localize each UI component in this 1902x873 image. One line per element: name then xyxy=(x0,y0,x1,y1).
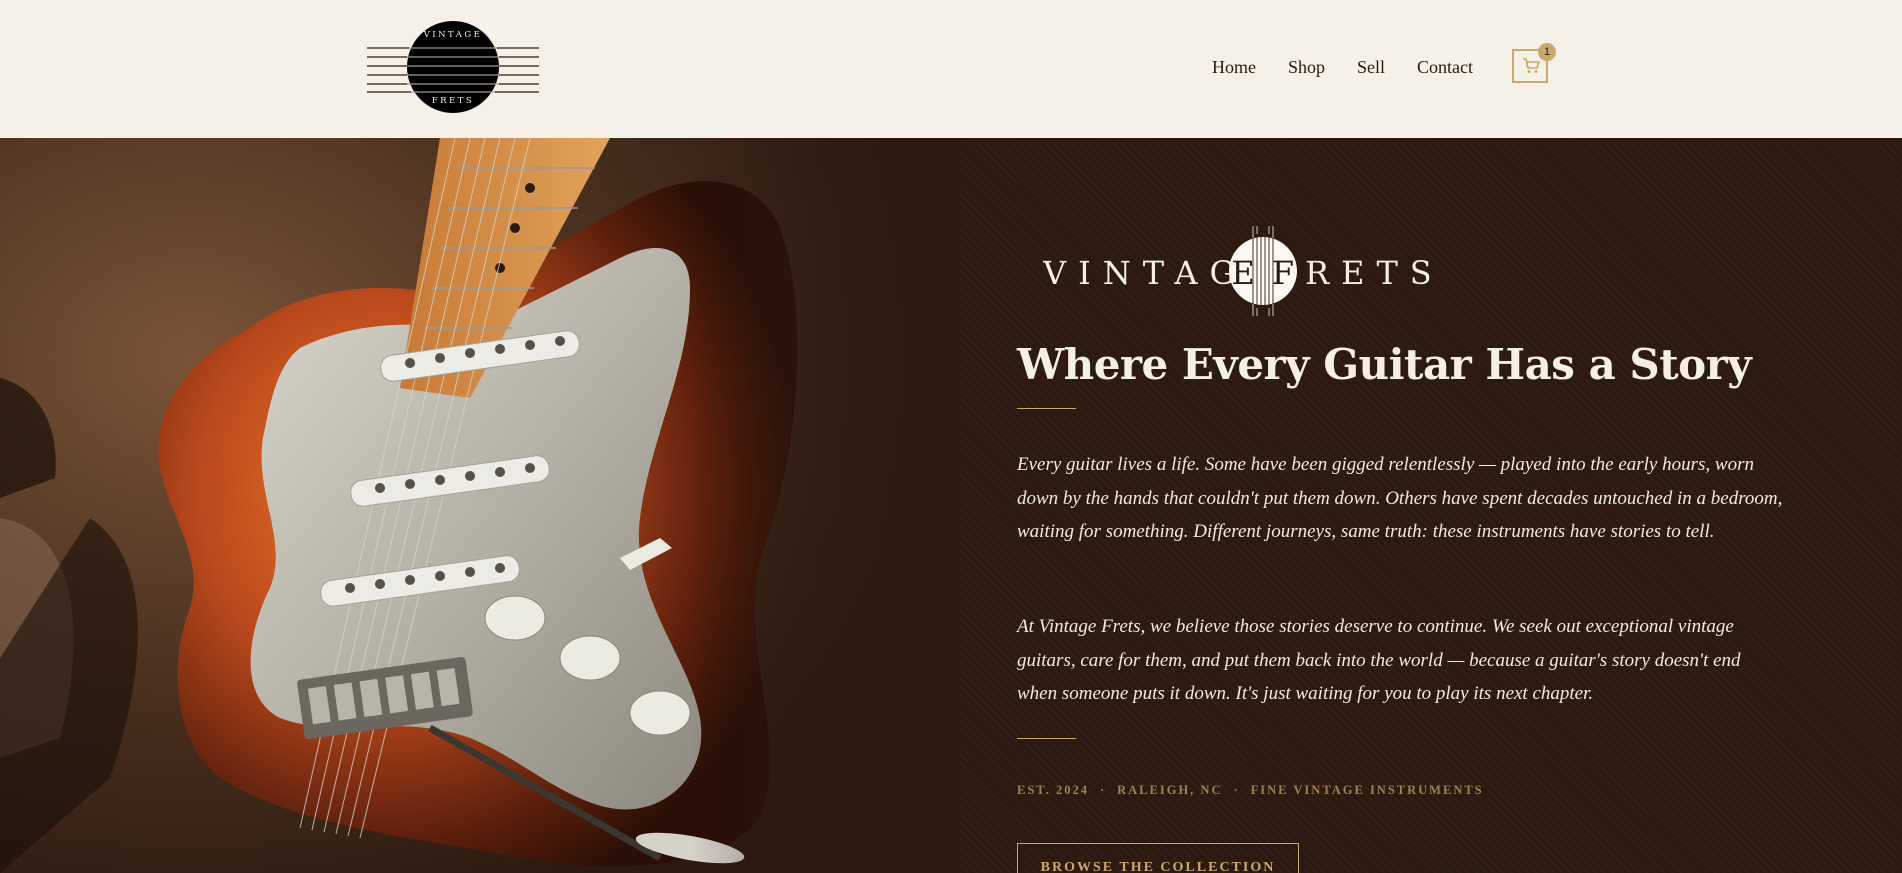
divider-bottom xyxy=(1017,738,1076,739)
hero-meta-line: EST. 2024 · RALEIGH, NC · FINE VINTAGE I… xyxy=(1017,783,1484,798)
wordmark-disc-letter-f: F xyxy=(1272,254,1294,292)
nav-shop[interactable]: Shop xyxy=(1288,57,1325,78)
site-header: VINTAGE FRETS Home Shop Sell Contact 1 xyxy=(0,0,1902,138)
cart-button[interactable]: 1 xyxy=(1512,43,1556,83)
logo-top-text: VINTAGE xyxy=(423,30,483,40)
nav-contact[interactable]: Contact xyxy=(1417,57,1473,78)
nav-home[interactable]: Home xyxy=(1212,57,1256,78)
nav-sell[interactable]: Sell xyxy=(1357,57,1385,78)
divider-top xyxy=(1017,408,1076,409)
browse-collection-button[interactable]: BROWSE THE COLLECTION xyxy=(1017,843,1299,873)
meta-location: RALEIGH, NC xyxy=(1117,783,1223,797)
hero-paragraph-1: Every guitar lives a life. Some have bee… xyxy=(1017,454,1783,542)
wordmark-right-text: RETS xyxy=(1305,254,1444,292)
meta-tagline: FINE VINTAGE INSTRUMENTS xyxy=(1250,783,1484,797)
guitar-photo xyxy=(0,138,960,873)
vintage-frets-logo[interactable]: VINTAGE FRETS xyxy=(367,19,539,115)
logo-bottom-text: FRETS xyxy=(432,96,475,106)
main-nav: Home Shop Sell Contact xyxy=(1212,57,1473,78)
hero-headline: Where Every Guitar Has a Story xyxy=(1017,340,1752,389)
cart-count-badge: 1 xyxy=(1538,43,1556,61)
wordmark-left-text: VINTAG xyxy=(1043,254,1247,292)
wordmark-disc-letter-e: E xyxy=(1231,254,1254,292)
hero-paragraph-2: At Vintage Frets, we believe those stori… xyxy=(1017,616,1741,704)
meta-established: EST. 2024 xyxy=(1017,783,1089,797)
cart-icon xyxy=(1523,58,1540,73)
meta-separator: · xyxy=(1099,783,1107,797)
vintage-frets-wordmark: VINTAG E F RETS xyxy=(1043,226,1444,316)
meta-separator: · xyxy=(1233,783,1240,797)
hero-section: VINTAG E F RETS Where Every Guitar Has a… xyxy=(0,138,1902,873)
